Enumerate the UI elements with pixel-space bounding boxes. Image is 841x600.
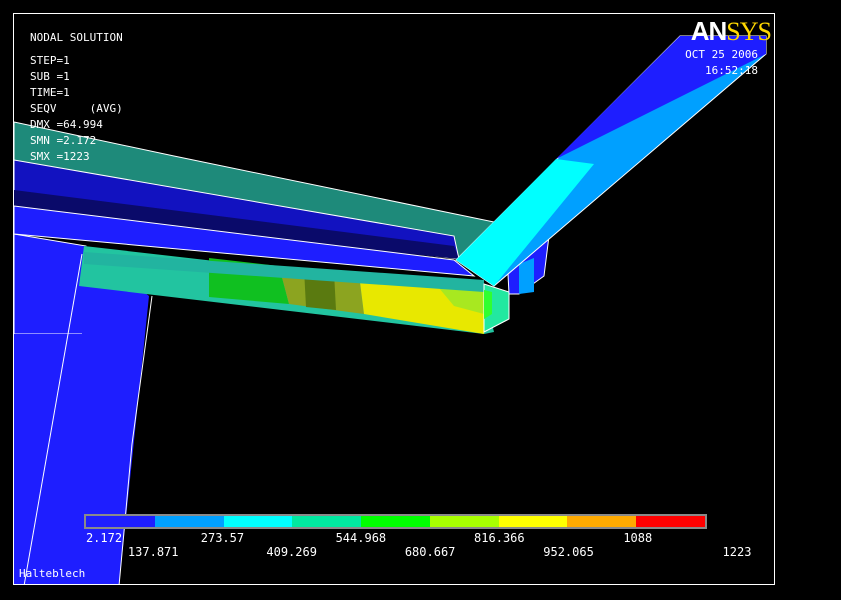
legend-tick-label: 2.172 [85, 531, 123, 545]
legend-swatch [567, 516, 637, 527]
plot-line-seqv: SEQV (AVG) [30, 102, 123, 115]
legend-tick-label: 137.871 [127, 545, 179, 559]
legend-swatch [86, 516, 155, 527]
plot-line-time: TIME=1 [30, 86, 70, 99]
plot-line-step: STEP=1 [30, 54, 70, 67]
legend-swatch [498, 516, 568, 527]
plot-title: NODAL SOLUTION [30, 31, 123, 44]
vertical-leg [14, 233, 87, 335]
legend-tick-label: 544.968 [335, 531, 387, 545]
legend-swatch [223, 516, 293, 527]
graphics-viewport[interactable]: NODAL SOLUTION STEP=1 SUB =1 TIME=1 SEQV… [13, 13, 775, 585]
timestamp-time: 16:52:18 [705, 64, 758, 77]
timestamp: OCT 25 2006 16:52:18 [685, 47, 758, 79]
logo-sys: SYS [726, 17, 772, 46]
logo-an: AN [690, 16, 728, 46]
model-render[interactable] [14, 14, 775, 585]
plot-line-smn: SMN =2.172 [30, 134, 97, 147]
legend-color-bar [84, 514, 707, 529]
legend-swatch [154, 516, 224, 527]
legend-swatch [361, 516, 430, 527]
legend-swatch [292, 516, 362, 527]
ansys-logo: ANSYS [690, 16, 772, 47]
legend-tick-label: 952.065 [543, 545, 594, 559]
legend-tick-label: 273.57 [200, 531, 245, 545]
legend-tick-label: 1223 [722, 545, 752, 559]
plot-line-dmx: DMX =64.994 [30, 118, 103, 131]
legend-tick-label: 1088 [623, 531, 653, 545]
plot-line-smx: SMX =1223 [30, 150, 90, 163]
legend-swatch [429, 516, 499, 527]
legend-tick-label: 816.366 [474, 531, 525, 545]
contour-legend: 2.172 273.57 544.968 816.366 1088 137.871 409.… [84, 514, 751, 559]
model-title: Halteblech [19, 567, 86, 580]
legend-swatch [636, 516, 706, 527]
timestamp-date: OCT 25 2006 [685, 48, 758, 61]
plot-line-sub: SUB =1 [30, 70, 70, 83]
legend-tick-label: 680.667 [404, 545, 456, 559]
legend-tick-label: 409.269 [266, 545, 317, 559]
end-block-green [484, 290, 492, 319]
